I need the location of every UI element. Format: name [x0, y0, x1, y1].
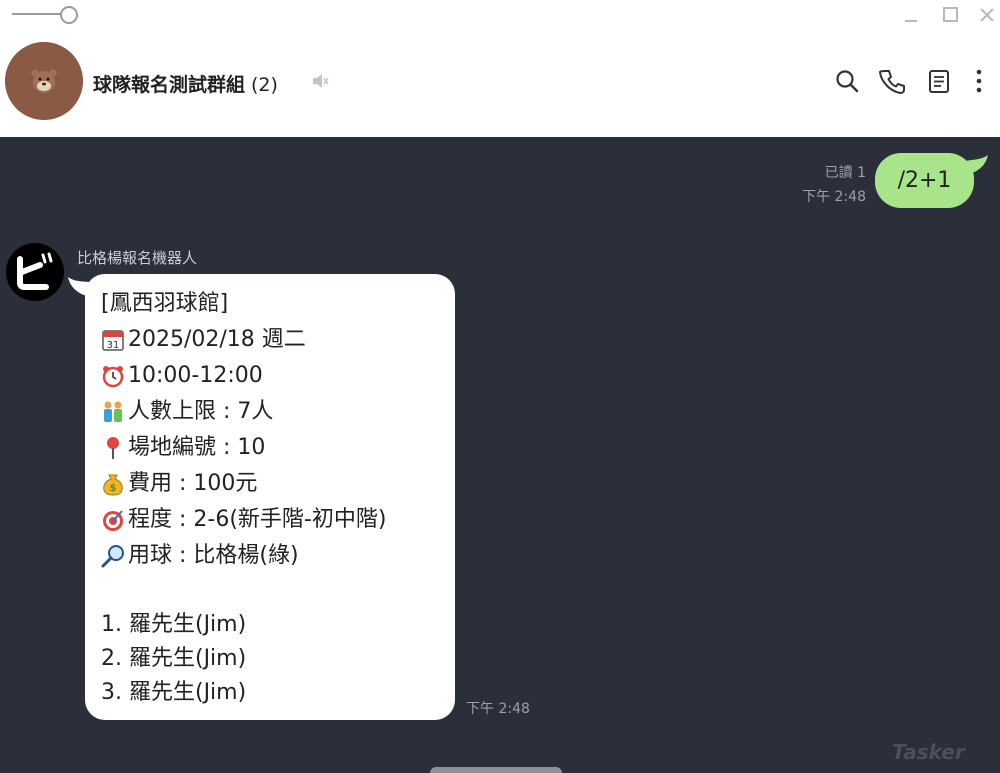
magnifier-icon: [101, 544, 125, 568]
minimize-icon[interactable]: [900, 4, 922, 26]
member-count: (2): [251, 74, 278, 96]
pin-icon: [101, 436, 125, 460]
alarm-clock-icon: [101, 364, 125, 388]
chat-title: 球隊報名測試群組 (2): [93, 70, 278, 97]
court-text: 場地編號 : 10: [128, 435, 266, 460]
outgoing-message-bubble[interactable]: /2+1: [875, 153, 974, 208]
read-status: 已讀 1: [824, 165, 866, 181]
search-icon[interactable]: [834, 68, 860, 94]
sender-name: 比格楊報名機器人: [77, 249, 198, 267]
list-item: 1. 羅先生(Jim): [101, 608, 451, 642]
target-icon: [101, 508, 125, 532]
maximize-icon[interactable]: [940, 4, 962, 26]
incoming-time: 下午 2:48: [466, 701, 530, 717]
watermark: Tasker: [892, 740, 965, 764]
outgoing-time: 下午 2:48: [802, 189, 866, 205]
list-item-text: 1. 羅先生(Jim): [101, 612, 247, 637]
incoming-message-bubble[interactable]: [鳳西羽球館] 31 2025/02/18 週二 10:00-12:00 人數上…: [85, 274, 455, 720]
scroll-to-bottom-handle[interactable]: [430, 767, 562, 773]
level-text: 程度 : 2-6(新手階-初中階): [128, 507, 387, 532]
message-line-ball: 用球 : 比格楊(綠): [101, 538, 451, 574]
date-text: 2025/02/18 週二: [128, 327, 306, 352]
time-text: 10:00-12:00: [128, 363, 263, 388]
ball-text: 用球 : 比格楊(綠): [128, 543, 299, 568]
message-line-fee: $ 費用 : 100元: [101, 466, 451, 502]
list-item: 2. 羅先生(Jim): [101, 642, 451, 676]
calendar-icon: 31: [101, 328, 125, 352]
bot-avatar[interactable]: [6, 243, 64, 301]
fee-text: 費用 : 100元: [128, 471, 258, 496]
venue-text: [鳳西羽球館]: [101, 291, 229, 316]
slider-knob[interactable]: [60, 6, 78, 24]
window-titlebar: [0, 0, 1000, 30]
chat-area[interactable]: 已讀 1 下午 2:48 /2+1 比格楊報名機器人 [鳳西羽球館] 31 20…: [0, 137, 1000, 773]
watermark-text: Tasker: [892, 740, 965, 764]
opacity-slider[interactable]: [12, 6, 78, 24]
close-icon[interactable]: [976, 4, 998, 26]
chat-header: 球隊報名測試群組 (2): [0, 30, 1000, 137]
message-line-date: 31 2025/02/18 週二: [101, 322, 451, 358]
message-line-venue: [鳳西羽球館]: [101, 286, 451, 322]
message-line-level: 程度 : 2-6(新手階-初中階): [101, 502, 451, 538]
message-line-time: 10:00-12:00: [101, 358, 451, 394]
svg-text:31: 31: [107, 340, 120, 351]
group-name: 球隊報名測試群組: [93, 74, 246, 96]
people-icon: [101, 400, 125, 424]
message-line-capacity: 人數上限 : 7人: [101, 394, 451, 430]
svg-text:$: $: [110, 483, 117, 494]
list-item: 3. 羅先生(Jim): [101, 676, 451, 710]
money-bag-icon: $: [101, 472, 125, 496]
list-item-text: 2. 羅先生(Jim): [101, 646, 247, 671]
notes-icon[interactable]: [926, 68, 952, 94]
more-icon[interactable]: [966, 68, 992, 94]
phone-icon[interactable]: [879, 68, 905, 94]
message-line-court: 場地編號 : 10: [101, 430, 451, 466]
outgoing-message-text: /2+1: [897, 168, 952, 193]
list-item-text: 3. 羅先生(Jim): [101, 680, 247, 705]
group-avatar[interactable]: [5, 42, 83, 120]
message-body: [鳳西羽球館] 31 2025/02/18 週二 10:00-12:00 人數上…: [101, 286, 451, 710]
mute-icon: [311, 72, 329, 90]
capacity-text: 人數上限 : 7人: [128, 399, 274, 424]
